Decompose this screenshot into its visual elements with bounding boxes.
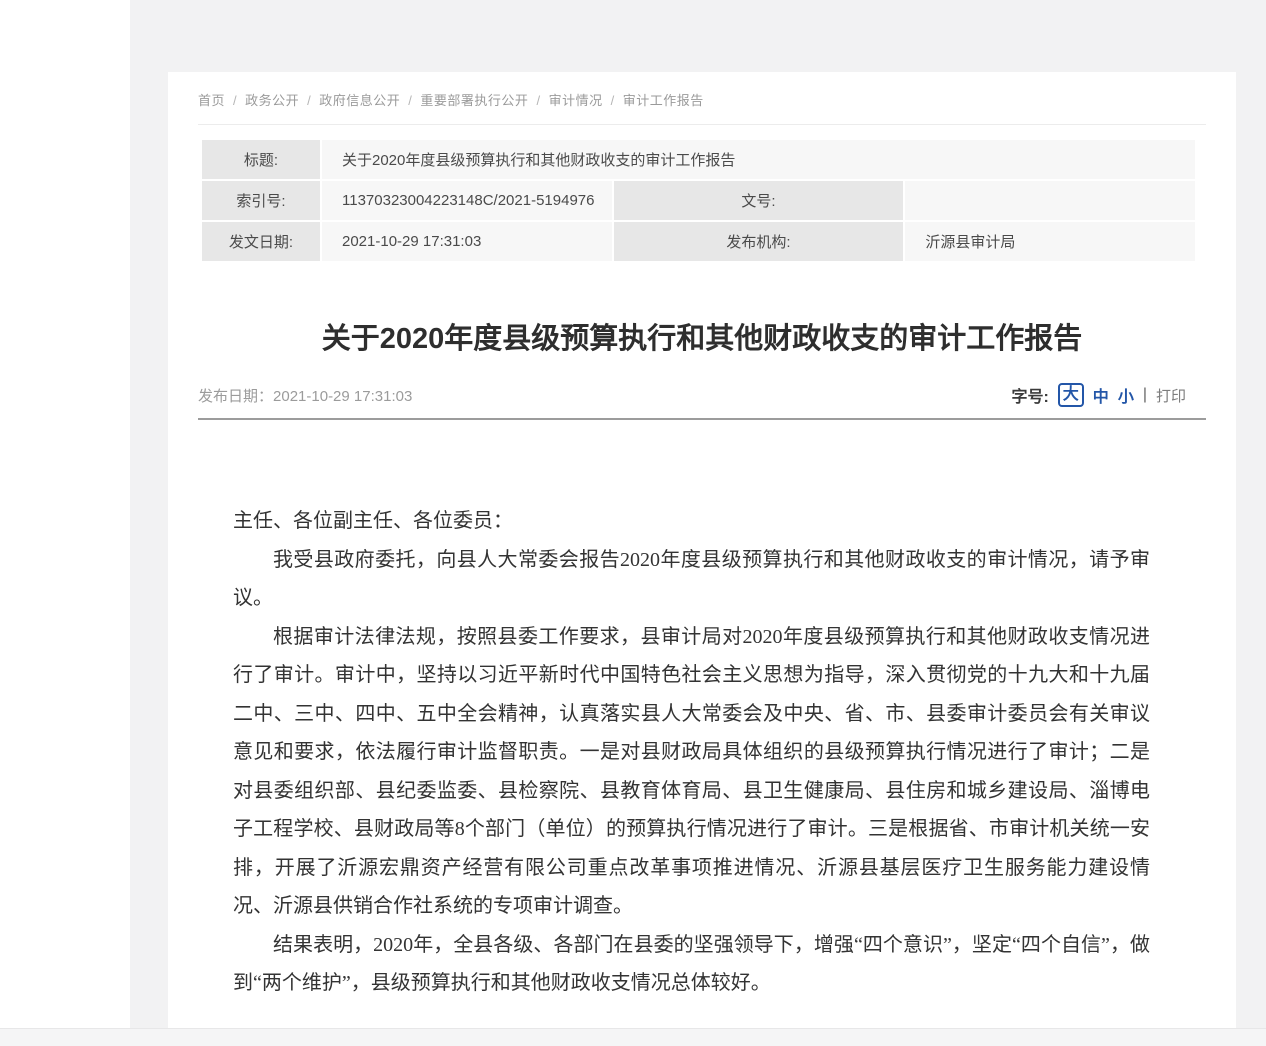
page: 首页 / 政务公开 / 政府信息公开 / 重要部署执行公开 / 审计情况 / 审计工作报告 标题: …	[0, 0, 1266, 1046]
meta-label-title: 标题:	[201, 139, 321, 180]
meta-value-title: 关于2020年度县级预算执行和其他财政收支的审计工作报告	[321, 139, 1196, 180]
font-size-label: 字号:	[1011, 383, 1048, 407]
publish-date-value: 2021-10-29 17:31:03	[273, 388, 412, 405]
article-body: 主任、各位副主任、各位委员：我受县政府委托，向县人大常委会报告2020年度县级预…	[233, 420, 1150, 1003]
breadcrumb-item[interactable]: 审计情况	[549, 93, 603, 108]
table-row: 标题: 关于2020年度县级预算执行和其他财政收支的审计工作报告	[201, 139, 1196, 180]
article-paragraph: 根据审计法律法规，按照县委工作要求，县审计局对2020年度县级预算执行和其他财政…	[233, 618, 1150, 926]
content-card: 首页 / 政务公开 / 政府信息公开 / 重要部署执行公开 / 审计情况 / 审计工作报告 标题: …	[168, 72, 1236, 1028]
article-paragraph: 结果表明，2020年，全县各级、各部门在县委的坚强领导下，增强“四个意识”，坚定…	[233, 926, 1150, 1003]
meta-value-date: 2021-10-29 17:31:03	[321, 221, 613, 262]
page-title: 关于2020年度县级预算执行和其他财政收支的审计工作报告	[198, 315, 1206, 357]
meta-value-index: 11370323004223148C/2021-5194976	[321, 180, 613, 221]
font-size-controls: 字号: 大 中 小 | 打印	[1011, 383, 1186, 407]
article-meta-row: 发布日期：2021-10-29 17:31:03 字号: 大 中 小 | 打印	[198, 383, 1186, 407]
meta-table: 标题: 关于2020年度县级预算执行和其他财政收支的审计工作报告 索引号: 11…	[200, 138, 1197, 263]
meta-label-date: 发文日期:	[201, 221, 321, 262]
font-size-medium-button[interactable]: 中	[1093, 383, 1109, 407]
breadcrumb-item[interactable]: 重要部署执行公开	[420, 93, 528, 108]
breadcrumb-item[interactable]: 政务公开	[245, 93, 299, 108]
font-size-large-button[interactable]: 大	[1058, 383, 1084, 407]
breadcrumb-item[interactable]: 首页	[198, 93, 225, 108]
article-paragraph: 主任、各位副主任、各位委员：	[233, 502, 1150, 541]
breadcrumb-item[interactable]: 政府信息公开	[319, 93, 400, 108]
meta-label-index: 索引号:	[201, 180, 321, 221]
publish-date: 发布日期：2021-10-29 17:31:03	[198, 385, 412, 406]
print-button[interactable]: 打印	[1156, 385, 1186, 406]
meta-value-agency: 沂源县审计局	[904, 221, 1196, 262]
divider: |	[1143, 386, 1147, 404]
breadcrumb-separator: /	[536, 93, 540, 108]
breadcrumb-separator: /	[408, 93, 412, 108]
breadcrumb-item[interactable]: 审计工作报告	[623, 93, 704, 108]
article-paragraph: 我受县政府委托，向县人大常委会报告2020年度县级预算执行和其他财政收支的审计情…	[233, 541, 1150, 618]
meta-value-docnum	[904, 180, 1196, 221]
footer-strip	[0, 1028, 1266, 1046]
table-row: 索引号: 11370323004223148C/2021-5194976 文号:	[201, 180, 1196, 221]
breadcrumb: 首页 / 政务公开 / 政府信息公开 / 重要部署执行公开 / 审计情况 / 审计工作报告	[198, 90, 1206, 125]
breadcrumb-separator: /	[233, 93, 237, 108]
publish-date-label: 发布日期：	[198, 388, 273, 405]
font-size-small-button[interactable]: 小	[1118, 383, 1134, 407]
table-row: 发文日期: 2021-10-29 17:31:03 发布机构: 沂源县审计局	[201, 221, 1196, 262]
breadcrumb-separator: /	[611, 93, 615, 108]
breadcrumb-separator: /	[307, 93, 311, 108]
meta-label-agency: 发布机构:	[613, 221, 905, 262]
meta-label-docnum: 文号:	[613, 180, 905, 221]
